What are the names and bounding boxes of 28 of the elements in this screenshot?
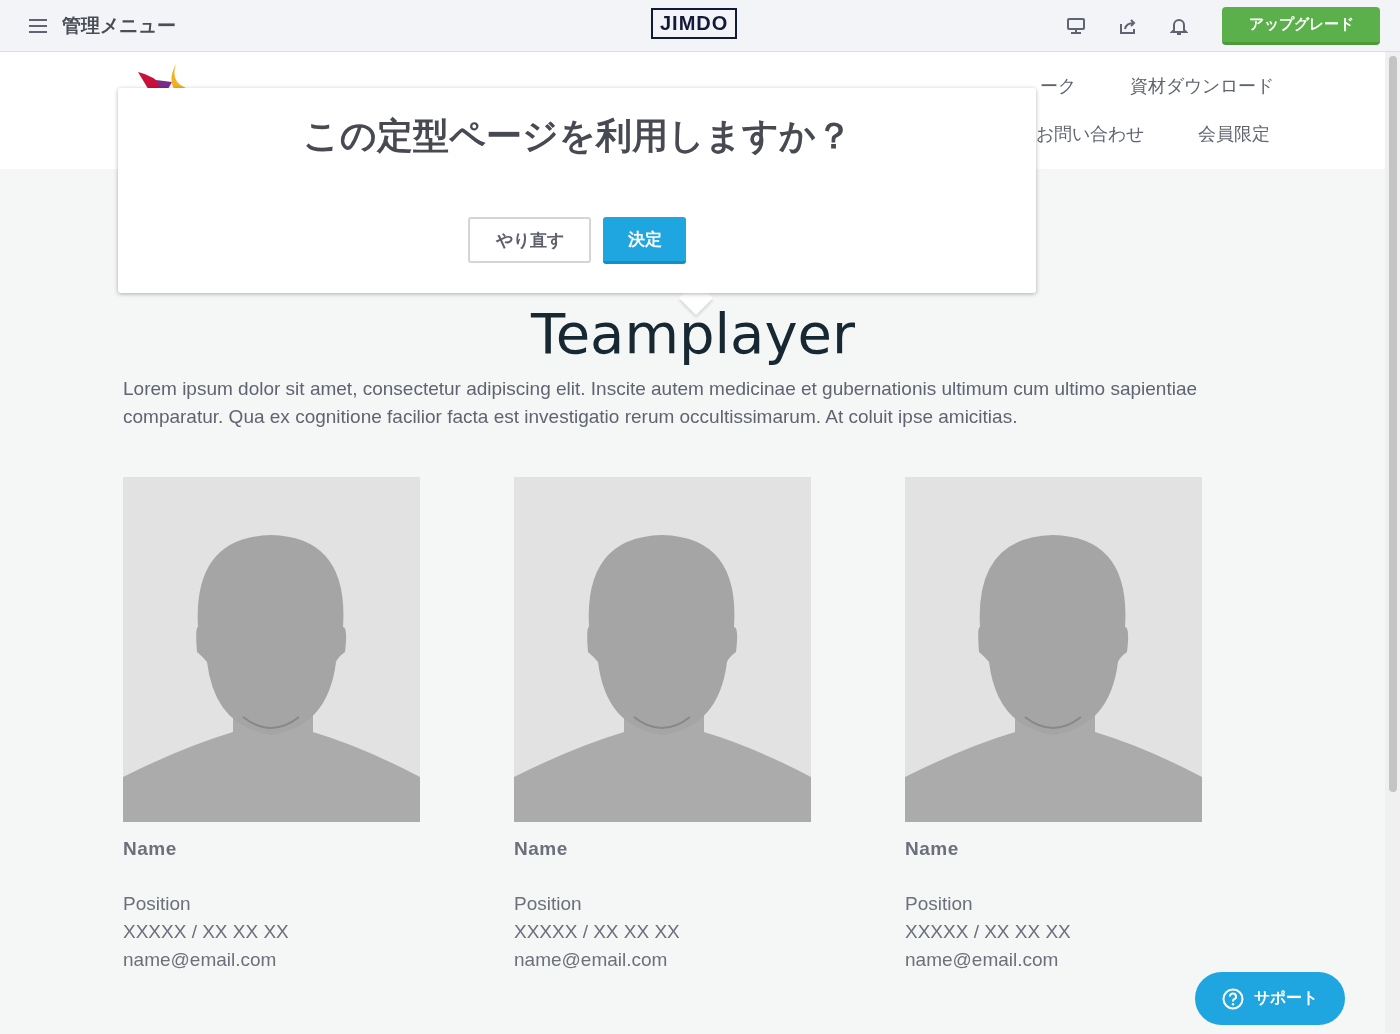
dialog-title: この定型ページを利用しますか？ [301,114,853,158]
jimdo-logo[interactable]: JIMDO [651,8,738,39]
monitor-icon[interactable] [1066,16,1086,35]
member-name: Name [514,837,569,860]
help-icon [1222,987,1244,1010]
member-email: name@email.com [514,947,669,972]
section-title: Teamplayer [529,303,857,365]
member-position: Position [514,891,583,916]
logo-icon [138,64,186,88]
member-phone: XXXXX / XX XX XX [123,919,290,944]
scrollbar-thumb[interactable] [1388,56,1397,792]
retry-button[interactable]: やり直す [468,217,591,263]
section-paragraph: Lorem ipsum dolor sit amet, consectetur adipiscing elit. Inscite autem medicinae et gubernationis ultimum cum ultimo sapientiae comparatur. Qua ex cognitione facilior facta est investigatio rerum occultissimarum. At coluit ipse amicitias. [123,376,1198,429]
menu-icon [28,17,48,34]
share-icon[interactable] [1118,16,1138,35]
admin-menu-button[interactable]: 管理メニュー [28,12,176,39]
member-position: Position [123,891,192,916]
nav-link[interactable]: お問い合わせ [1036,122,1144,146]
member-email: name@email.com [123,947,278,972]
member-name: Name [123,837,178,860]
member-phone: XXXXX / XX XX XX [905,919,1072,944]
member-position: Position [905,891,974,916]
nav-link[interactable]: ーク [1040,74,1076,98]
nav-link[interactable]: 資材ダウンロード [1130,74,1274,98]
member-email: name@email.com [905,947,1060,972]
nav-link[interactable]: 会員限定 [1198,122,1270,146]
member-phone: XXXXX / XX XX XX [514,919,681,944]
member-name: Name [905,837,960,860]
